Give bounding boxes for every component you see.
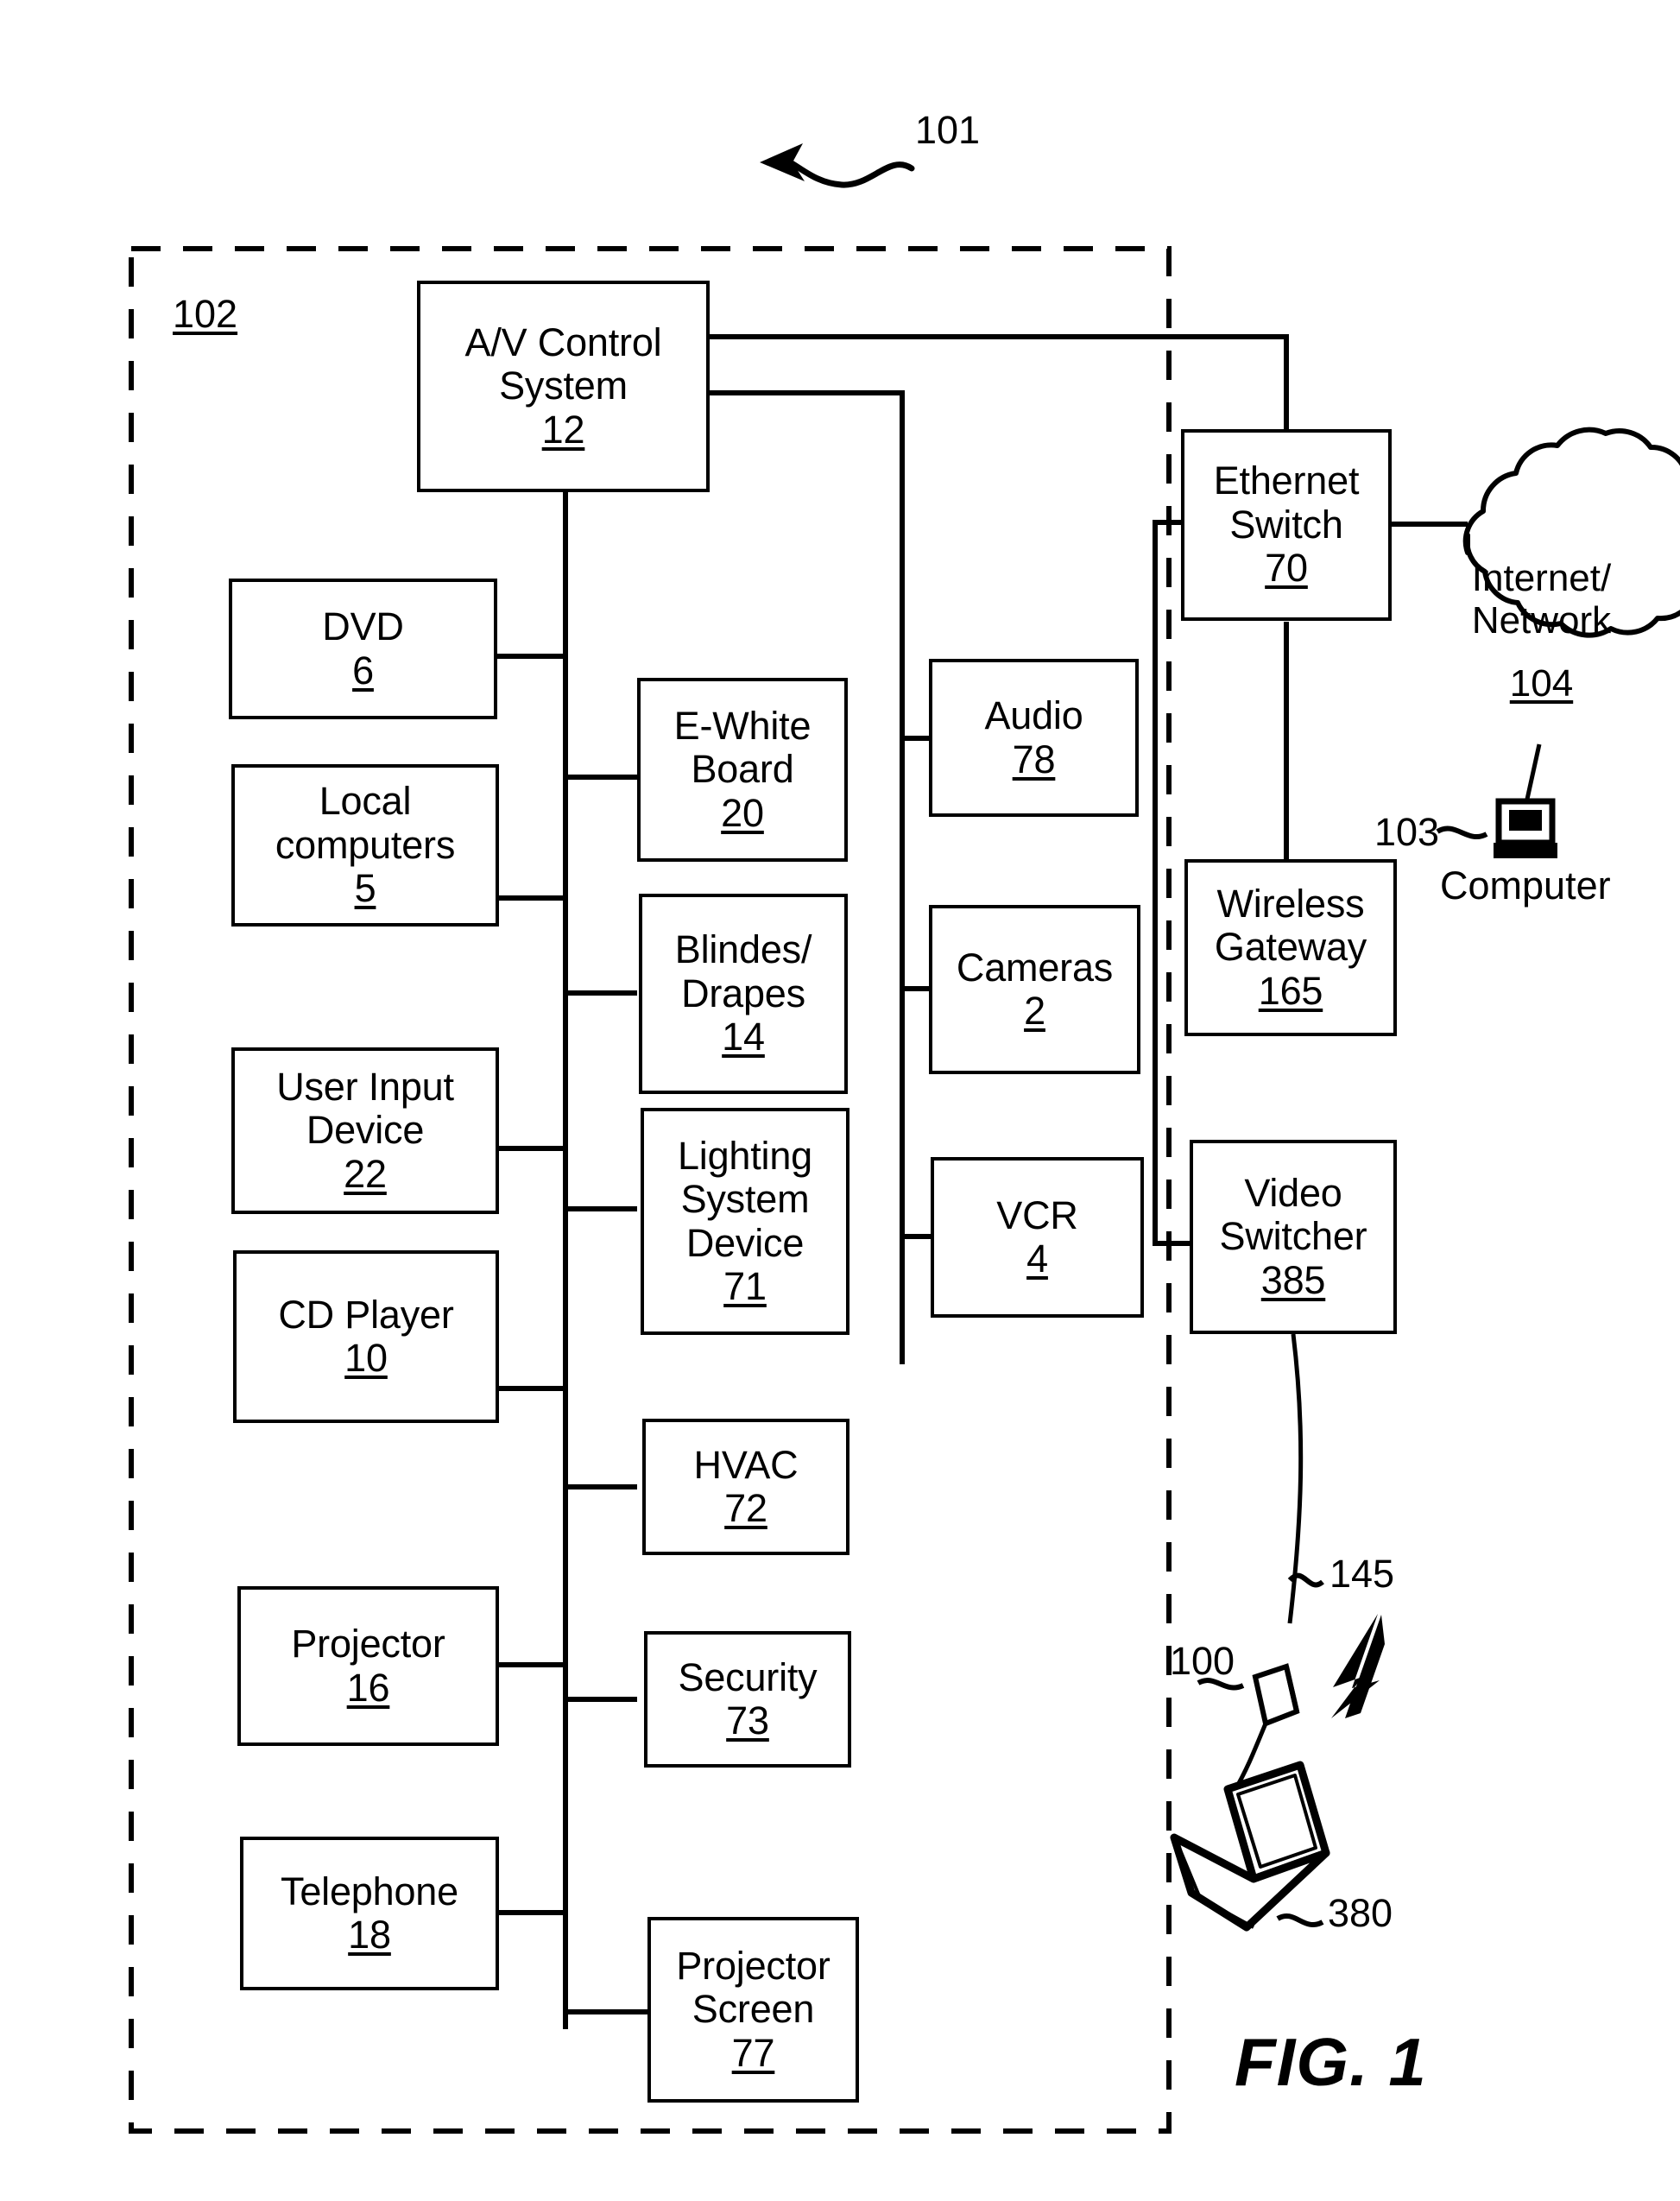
link-cloud-to-computer bbox=[1524, 743, 1542, 804]
node-ethernet-switch[interactable]: Ethernet Switch 70 bbox=[1181, 429, 1392, 621]
node-label: Projector Screen bbox=[676, 1943, 831, 2032]
node-lighting-system-device[interactable]: Lighting System Device 71 bbox=[641, 1108, 849, 1335]
node-projector-screen[interactable]: Projector Screen 77 bbox=[647, 1917, 859, 2103]
node-video-switcher[interactable]: Video Switcher 385 bbox=[1190, 1140, 1397, 1334]
node-ref-number: 78 bbox=[1012, 737, 1056, 781]
node-dvd[interactable]: DVD 6 bbox=[229, 579, 497, 719]
node-ref-number: 18 bbox=[348, 1913, 391, 1957]
node-ref-number: 12 bbox=[541, 407, 585, 452]
node-label: Blindes/ Drapes bbox=[674, 927, 812, 1015]
node-local-computers[interactable]: Local computers 5 bbox=[231, 764, 499, 927]
node-ref-number: 4 bbox=[1026, 1236, 1048, 1281]
ref-101-label: 101 bbox=[915, 108, 981, 152]
wireless-dongle-icon bbox=[1252, 1663, 1300, 1728]
node-label: User Input Device bbox=[276, 1064, 454, 1153]
node-ref-number: 16 bbox=[346, 1665, 390, 1710]
node-label: CD Player bbox=[278, 1292, 454, 1337]
node-ref-number: 165 bbox=[1258, 968, 1323, 1013]
node-security[interactable]: Security 73 bbox=[644, 1631, 851, 1768]
link-av-to-ethernet-switch bbox=[710, 334, 1289, 429]
node-label: Ethernet Switch bbox=[1213, 459, 1360, 547]
node-ref-number: 72 bbox=[724, 1486, 767, 1530]
ref-145-label: 145 bbox=[1329, 1552, 1395, 1596]
internet-network-cloud-ref: 104 bbox=[1509, 662, 1574, 705]
node-ref-number: 6 bbox=[352, 648, 374, 693]
laptop-icon bbox=[1170, 1761, 1330, 1932]
node-label: Video Switcher bbox=[1219, 1170, 1367, 1259]
node-av-control-system[interactable]: A/V Control System 12 bbox=[417, 281, 710, 492]
node-label: E-White Board bbox=[673, 703, 812, 792]
node-ref-number: 77 bbox=[731, 2030, 775, 2075]
ref-380-leader bbox=[1276, 1913, 1324, 1927]
node-label: VCR bbox=[996, 1192, 1078, 1237]
computer-label: Computer bbox=[1440, 863, 1611, 908]
node-cameras[interactable]: Cameras 2 bbox=[929, 905, 1140, 1074]
node-vcr[interactable]: VCR 4 bbox=[931, 1157, 1144, 1318]
node-ref-number: 385 bbox=[1260, 1257, 1326, 1302]
node-ref-number: 71 bbox=[723, 1263, 767, 1308]
node-label: Wireless Gateway bbox=[1214, 881, 1367, 970]
node-ref-number: 14 bbox=[722, 1015, 765, 1059]
ref-101-leader bbox=[784, 157, 915, 188]
node-cd-player[interactable]: CD Player 10 bbox=[233, 1250, 499, 1423]
node-ref-number: 22 bbox=[344, 1151, 387, 1196]
node-label: Audio bbox=[984, 693, 1083, 738]
node-label: Lighting System Device bbox=[677, 1133, 813, 1265]
node-ewhite-board[interactable]: E-White Board 20 bbox=[637, 678, 848, 862]
node-label: Telephone bbox=[281, 1869, 458, 1913]
node-label: A/V Control System bbox=[464, 319, 662, 408]
node-label: Local computers bbox=[275, 779, 456, 867]
figure-caption: FIG. 1 bbox=[1235, 2024, 1427, 2100]
node-wireless-gateway[interactable]: Wireless Gateway 165 bbox=[1184, 859, 1397, 1036]
ref-101-arrowhead bbox=[760, 143, 805, 181]
ref-103-label: 103 bbox=[1374, 810, 1440, 854]
patent-figure-page: A/V Control System 12 DVD 6 Local comput… bbox=[0, 0, 1680, 2201]
ref-100-label: 100 bbox=[1170, 1639, 1235, 1683]
node-label: Cameras bbox=[956, 945, 1114, 990]
node-ref-number: 2 bbox=[1024, 989, 1045, 1033]
node-ref-number: 10 bbox=[344, 1336, 388, 1380]
node-ref-number: 5 bbox=[354, 866, 376, 911]
node-blinds-drapes[interactable]: Blindes/ Drapes 14 bbox=[639, 894, 848, 1094]
node-label: HVAC bbox=[693, 1442, 799, 1487]
node-projector[interactable]: Projector 16 bbox=[237, 1586, 499, 1746]
internet-network-cloud-label: Internet/ Network bbox=[1471, 557, 1612, 642]
node-audio[interactable]: Audio 78 bbox=[929, 659, 1139, 817]
ref-102-label: 102 bbox=[173, 292, 238, 336]
computer-icon bbox=[1494, 798, 1557, 858]
node-label: DVD bbox=[322, 604, 404, 649]
node-user-input-device[interactable]: User Input Device 22 bbox=[231, 1047, 499, 1214]
node-ref-number: 20 bbox=[721, 790, 764, 835]
ref-103-leader bbox=[1436, 825, 1488, 840]
ref-380-label: 380 bbox=[1328, 1891, 1393, 1935]
node-ref-number: 73 bbox=[726, 1698, 769, 1742]
node-label: Security bbox=[678, 1654, 818, 1699]
node-hvac[interactable]: HVAC 72 bbox=[642, 1419, 849, 1555]
node-ref-number: 70 bbox=[1265, 546, 1308, 591]
node-label: Projector bbox=[291, 1622, 445, 1667]
node-telephone[interactable]: Telephone 18 bbox=[240, 1837, 499, 1990]
